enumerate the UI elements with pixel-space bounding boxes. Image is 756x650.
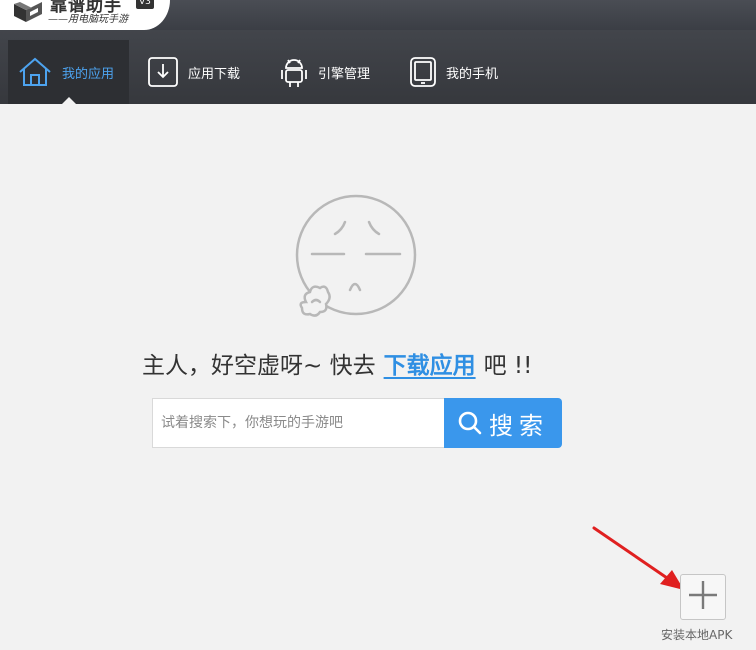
empty-message-prefix: 主人，好空虚呀~ 快去: [142, 353, 376, 379]
home-icon: [18, 57, 52, 87]
download-apps-link[interactable]: 下载应用: [384, 346, 476, 380]
search-button[interactable]: 搜索: [444, 398, 562, 448]
search-button-label: 搜索: [489, 411, 549, 440]
tab-engine-management-label: 引擎管理: [318, 66, 371, 82]
install-local-apk-button[interactable]: [680, 574, 726, 620]
tab-my-phone-label: 我的手机: [446, 66, 499, 82]
logo-area: 靠谱助手 V3 ——用电脑玩手游: [0, 0, 170, 30]
install-local-apk-label: 安装本地APK: [661, 628, 733, 642]
empty-state-message: 主人，好空虚呀~ 快去 下载应用 吧 !!: [142, 346, 532, 380]
tab-app-download[interactable]: 应用下载: [148, 40, 266, 104]
title-bar: 靠谱助手 V3 ——用电脑玩手游: [0, 0, 756, 30]
app-version-badge: V3: [136, 0, 154, 9]
android-icon: [280, 56, 308, 88]
red-arrow-annotation: [590, 524, 690, 600]
plus-icon: [687, 579, 719, 615]
app-logo-icon: [12, 0, 44, 26]
tab-my-apps[interactable]: 我的应用: [8, 40, 129, 104]
search-box: [152, 398, 444, 448]
phone-icon: [410, 57, 436, 87]
download-icon: [148, 57, 178, 87]
empty-message-suffix: 吧 !!: [483, 353, 533, 379]
tab-engine-management[interactable]: 引擎管理: [280, 40, 400, 104]
main-nav-bar: 我的应用 应用下载 引擎管理 我的手机: [0, 30, 756, 104]
tab-app-download-label: 应用下载: [188, 66, 241, 82]
app-slogan: ——用电脑玩手游: [48, 14, 128, 25]
bored-face-icon: [292, 194, 422, 334]
search-input[interactable]: [153, 399, 444, 447]
tab-my-phone[interactable]: 我的手机: [410, 40, 520, 104]
search-icon: [457, 410, 483, 436]
tab-my-apps-label: 我的应用: [62, 66, 115, 82]
